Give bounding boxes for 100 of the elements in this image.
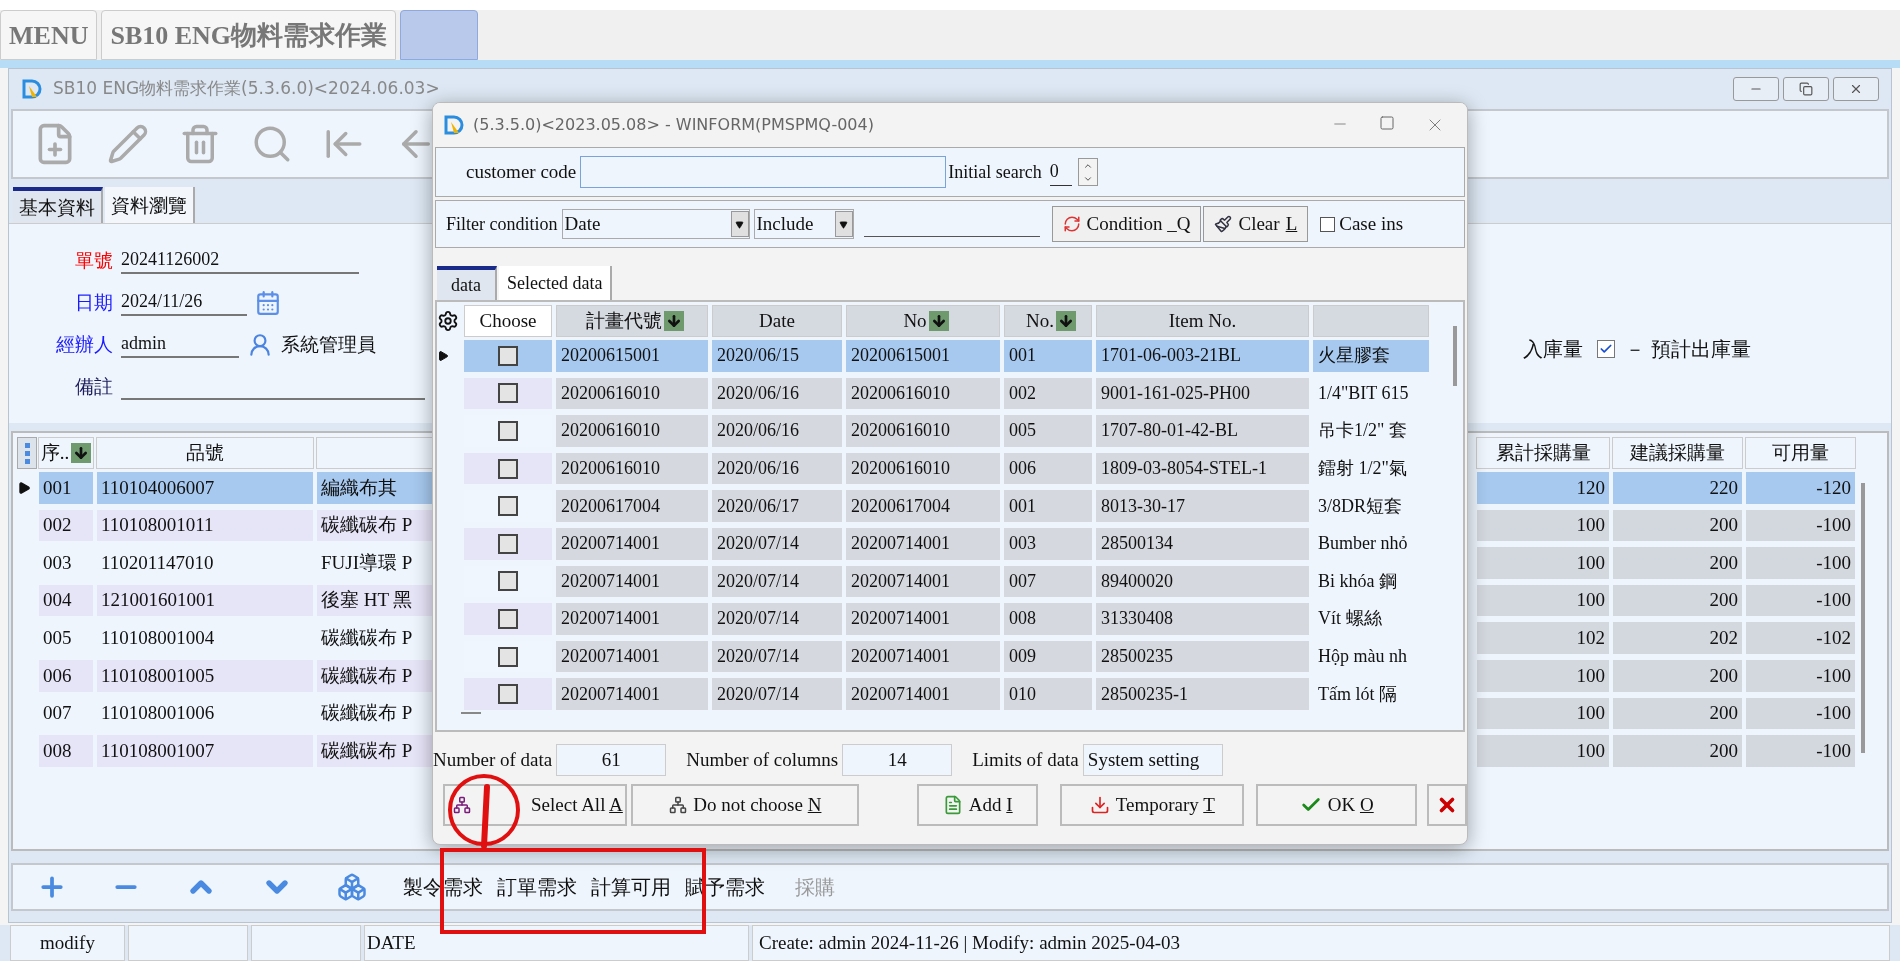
action-button[interactable]: 製令需求 xyxy=(403,872,483,902)
table-cell: -100 xyxy=(1746,509,1855,542)
column-header[interactable]: 品號 xyxy=(96,437,314,469)
table-cell: 後塞 HT 黑 xyxy=(317,584,433,617)
table-cell: 碳纖碳布 P xyxy=(317,659,433,692)
dialog-button[interactable]: Do not choose N xyxy=(631,784,860,826)
option-label: 入庫量 xyxy=(1522,336,1583,363)
table-cell: 002 xyxy=(1004,377,1092,410)
table-cell: -100 xyxy=(1746,697,1855,730)
table-cell: 20200714001 xyxy=(846,565,1000,598)
table-cell: 2020/07/14 xyxy=(712,678,842,710)
table-cell: 20200615001 xyxy=(556,340,708,372)
table-cell: 1707-80-01-42-BL xyxy=(1096,415,1309,447)
table-cell-text: 110108001006 xyxy=(100,701,216,726)
dropdown[interactable]: Include xyxy=(753,209,854,239)
column-header[interactable]: 序.. xyxy=(38,437,94,469)
column-header[interactable]: 建議採購量 xyxy=(1612,437,1743,469)
field-label: 單號 xyxy=(74,247,113,273)
table-cell: 202 xyxy=(1613,622,1742,654)
table-cell: 20200617004 xyxy=(556,490,708,522)
checkbox[interactable]: － 預計出庫量 xyxy=(1596,334,1751,364)
table-cell: 20200616010 xyxy=(846,377,1000,410)
table-cell: 007 xyxy=(1004,565,1092,598)
table-cell: 200 xyxy=(1613,697,1742,730)
status-cell: DATE xyxy=(364,925,749,961)
table-cell: 008 xyxy=(39,735,93,767)
table-cell: 120 xyxy=(1477,472,1609,504)
status-cell: Create: admin 2024-11-26 | Modify: admin 2025-04-03 xyxy=(752,925,1890,961)
table-cell: 110104006007 xyxy=(97,472,313,504)
action-button[interactable]: 計算可用 xyxy=(591,872,671,902)
table-cell: 002 xyxy=(39,509,93,542)
column-header[interactable]: Date xyxy=(712,305,842,337)
column-header[interactable]: No. xyxy=(1004,305,1092,337)
dialog-button[interactable]: Select All A xyxy=(443,784,628,826)
column-header[interactable]: 可用量 xyxy=(1745,437,1856,469)
table-cell: 20200714001 xyxy=(556,565,708,598)
dialog-button[interactable]: Temporary T xyxy=(1060,784,1245,826)
dialog-button[interactable]: OK O xyxy=(1256,784,1417,826)
filter-button[interactable]: Condition _Q xyxy=(1051,206,1202,242)
table-cell: 001 xyxy=(39,472,93,504)
dialog-title: (5.3.5.0)<2023.05.08> - WINFORM(PMSPMQ-004) xyxy=(473,114,874,136)
table-cell: 28500235 xyxy=(1096,640,1309,673)
menu-tab[interactable]: MENU xyxy=(0,10,98,60)
table-cell: 89400020 xyxy=(1096,565,1309,598)
field-label: customer code xyxy=(466,159,577,184)
column-header[interactable]: 累計採購量 xyxy=(1476,437,1610,469)
column-header[interactable]: 計畫代號 xyxy=(556,305,708,337)
column-header[interactable]: Choose xyxy=(464,305,552,337)
column-header[interactable]: No xyxy=(846,305,1000,337)
stat-value: System setting xyxy=(1082,744,1223,776)
table-cell: 110108001007 xyxy=(97,735,313,767)
field-label: Filter condition xyxy=(446,212,558,236)
table-cell: 20200714001 xyxy=(846,603,1000,635)
table-cell: 碳纖碳布 P xyxy=(317,735,433,767)
table-cell: 火星膠套 xyxy=(1313,340,1429,372)
table-cell: -100 xyxy=(1746,659,1855,692)
table-cell: 220 xyxy=(1613,472,1742,504)
tab[interactable]: data xyxy=(437,266,497,300)
input-field[interactable]: 20241126002 xyxy=(121,246,359,274)
table-cell: 200 xyxy=(1613,509,1742,542)
tab[interactable]: 基本資料 xyxy=(13,187,103,223)
table-cell: 8013-30-17 xyxy=(1096,490,1309,522)
stat-label: Limits of data xyxy=(972,747,1079,772)
action-button[interactable]: 訂單需求 xyxy=(497,872,577,902)
number-field[interactable]: 0 xyxy=(1049,158,1072,186)
table-cell: 28500134 xyxy=(1096,527,1309,560)
table-cell: 200 xyxy=(1613,547,1742,579)
stat-label: Number of data xyxy=(433,747,553,772)
filter-button[interactable]: Clear L xyxy=(1203,206,1309,242)
input-field[interactable]: 2024/11/26 xyxy=(121,288,247,316)
table-cell: 200 xyxy=(1613,584,1742,617)
table-cell-text: 007 xyxy=(42,701,73,726)
table-cell: 20200714001 xyxy=(556,678,708,710)
table-cell: 1701-06-003-21BL xyxy=(1096,340,1309,372)
table-cell: 100 xyxy=(1477,697,1609,730)
tab[interactable]: 資料瀏覽 xyxy=(105,187,195,223)
menu-tab[interactable]: SB10 ENG物料需求作業 xyxy=(101,10,397,60)
table-cell: 102 xyxy=(1477,622,1609,654)
table-cell: 20200714001 xyxy=(556,527,708,560)
table-cell: 001 xyxy=(1004,490,1092,522)
table-cell: 編織布其 xyxy=(317,472,433,504)
column-header[interactable]: Item No. xyxy=(1096,305,1309,337)
table-cell: 20200714001 xyxy=(846,678,1000,710)
table-cell: 008 xyxy=(1004,603,1092,635)
table-cell: -120 xyxy=(1746,472,1855,504)
table-cell: 20200616010 xyxy=(556,377,708,410)
table-cell: 005 xyxy=(1004,415,1092,447)
dropdown[interactable]: Date xyxy=(561,209,750,239)
table-cell: 20200616010 xyxy=(846,415,1000,447)
table-cell: 2020/06/16 xyxy=(712,377,842,410)
table-cell: 006 xyxy=(39,659,93,692)
tab[interactable]: Selected data xyxy=(499,266,613,300)
table-cell: 20200714001 xyxy=(846,640,1000,673)
checkbox[interactable]: Case ins xyxy=(1320,209,1404,239)
dialog-button[interactable]: Add I xyxy=(917,784,1039,826)
input-field[interactable]: admin xyxy=(121,330,239,358)
field-label: 備註 xyxy=(74,373,113,399)
table-cell: 110108001011 xyxy=(97,509,313,542)
table-cell: 200 xyxy=(1613,659,1742,692)
table-cell-text: 110108001004 xyxy=(100,625,216,650)
